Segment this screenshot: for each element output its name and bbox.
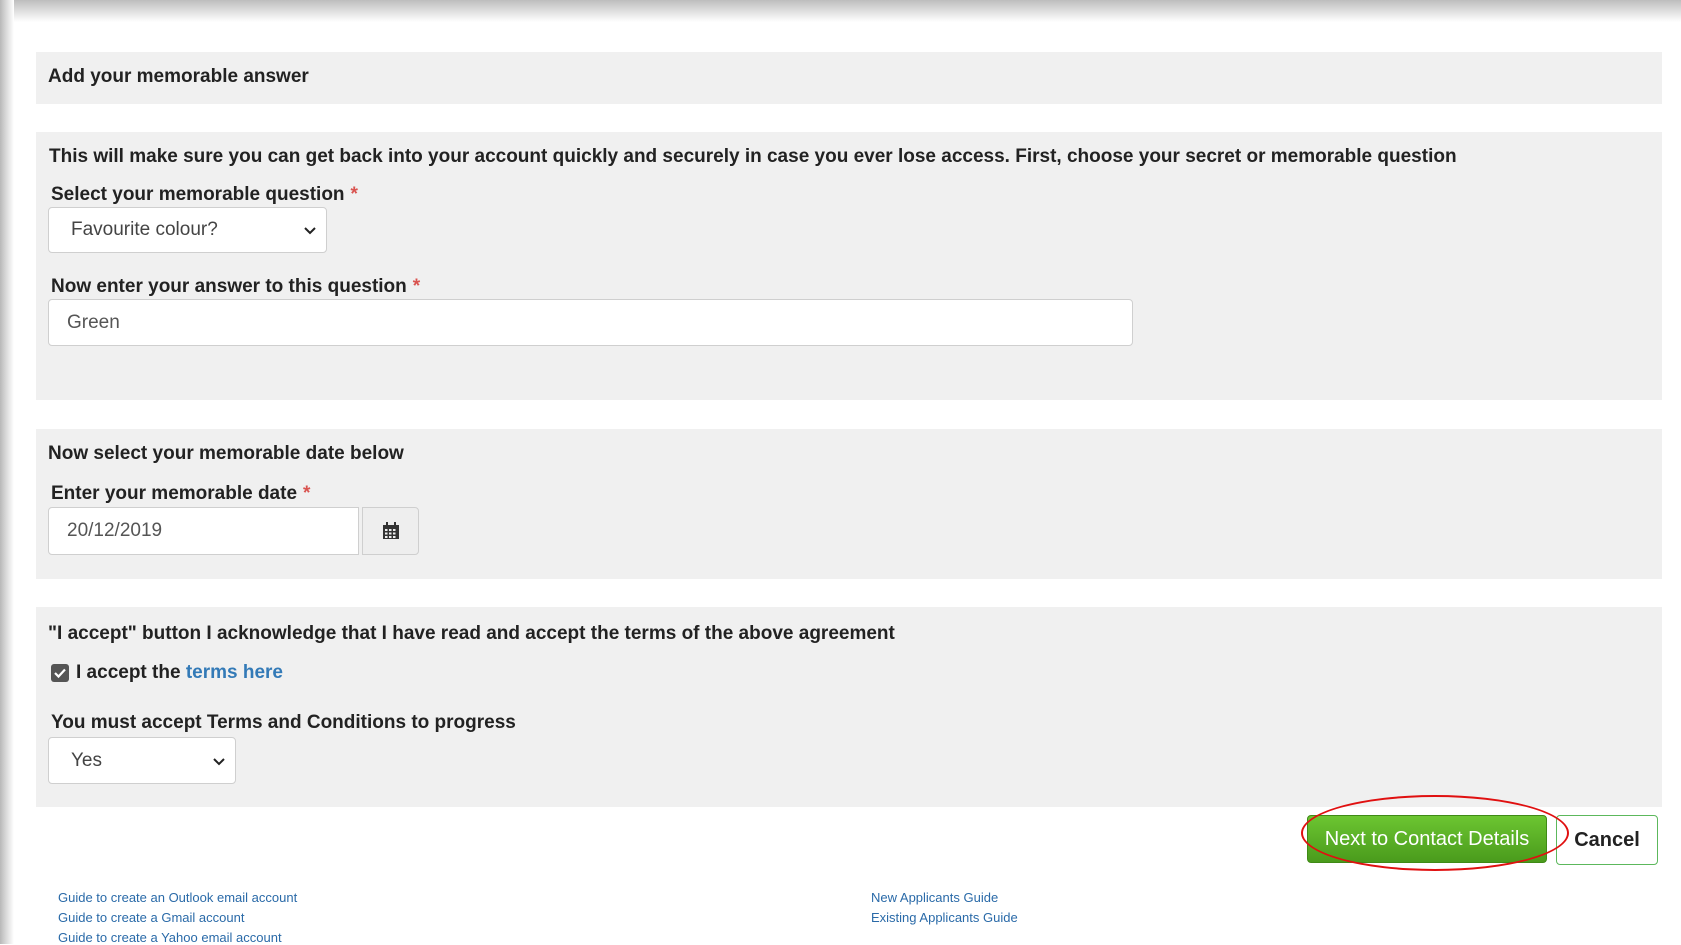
- memorable-date-value: 20/12/2019: [67, 520, 163, 541]
- cancel-button[interactable]: Cancel: [1556, 815, 1658, 865]
- accept-terms-checkbox[interactable]: [51, 664, 69, 682]
- calendar-icon: [382, 522, 399, 539]
- terms-panel: "I accept" button I acknowledge that I h…: [36, 607, 1662, 807]
- must-accept-select[interactable]: Yes: [48, 737, 236, 784]
- screenshot-frame-top: [0, 0, 1681, 22]
- memorable-question-panel: This will make sure you can get back int…: [36, 132, 1662, 400]
- memorable-question-value: Favourite colour?: [71, 219, 218, 240]
- required-asterisk: *: [350, 184, 358, 205]
- memorable-answer-input[interactable]: Green: [48, 299, 1133, 346]
- chevron-down-icon: [213, 757, 225, 765]
- memorable-answer-value: Green: [67, 311, 120, 333]
- accept-prefix-text: I accept the: [76, 662, 181, 683]
- memorable-date-input[interactable]: 20/12/2019: [48, 507, 359, 555]
- must-accept-label: You must accept Terms and Conditions to …: [51, 712, 516, 733]
- terms-link[interactable]: terms here: [186, 662, 283, 683]
- screenshot-frame-left: [0, 0, 14, 944]
- answer-input-label: Now enter your answer to this question *: [51, 276, 420, 298]
- footer-link-gmail-guide[interactable]: Guide to create a Gmail account: [58, 910, 244, 925]
- memorable-date-panel: Now select your memorable date below Ent…: [36, 429, 1662, 579]
- answer-input-label-text: Now enter your answer to this question: [51, 276, 407, 297]
- question-select-label: Select your memorable question *: [51, 184, 358, 206]
- terms-heading: "I accept" button I acknowledge that I h…: [48, 623, 895, 644]
- must-accept-value: Yes: [71, 749, 102, 771]
- footer-link-new-applicants-guide[interactable]: New Applicants Guide: [871, 890, 998, 905]
- checkmark-icon: [54, 668, 66, 679]
- date-input-label: Enter your memorable date *: [51, 483, 310, 505]
- question-select-label-text: Select your memorable question: [51, 184, 345, 205]
- date-section-heading: Now select your memorable date below: [48, 443, 404, 464]
- chevron-down-icon: [304, 227, 316, 235]
- date-input-label-text: Enter your memorable date: [51, 483, 298, 504]
- section-title: Add your memorable answer: [48, 66, 309, 87]
- section-header-panel: Add your memorable answer: [36, 52, 1662, 104]
- calendar-button[interactable]: [362, 507, 419, 555]
- next-to-contact-details-button[interactable]: Next to Contact Details: [1307, 815, 1547, 863]
- question-intro-text: This will make sure you can get back int…: [49, 146, 1457, 167]
- footer-link-yahoo-guide[interactable]: Guide to create a Yahoo email account: [58, 930, 282, 945]
- footer-link-outlook-guide[interactable]: Guide to create an Outlook email account: [58, 890, 297, 905]
- required-asterisk: *: [303, 483, 311, 504]
- footer-link-existing-applicants-guide[interactable]: Existing Applicants Guide: [871, 910, 1018, 925]
- accept-terms-label: I accept the terms here: [76, 662, 283, 684]
- memorable-answer-form: Add your memorable answer This will make…: [36, 20, 1662, 944]
- required-asterisk: *: [412, 276, 421, 297]
- memorable-question-select[interactable]: Favourite colour?: [48, 207, 327, 253]
